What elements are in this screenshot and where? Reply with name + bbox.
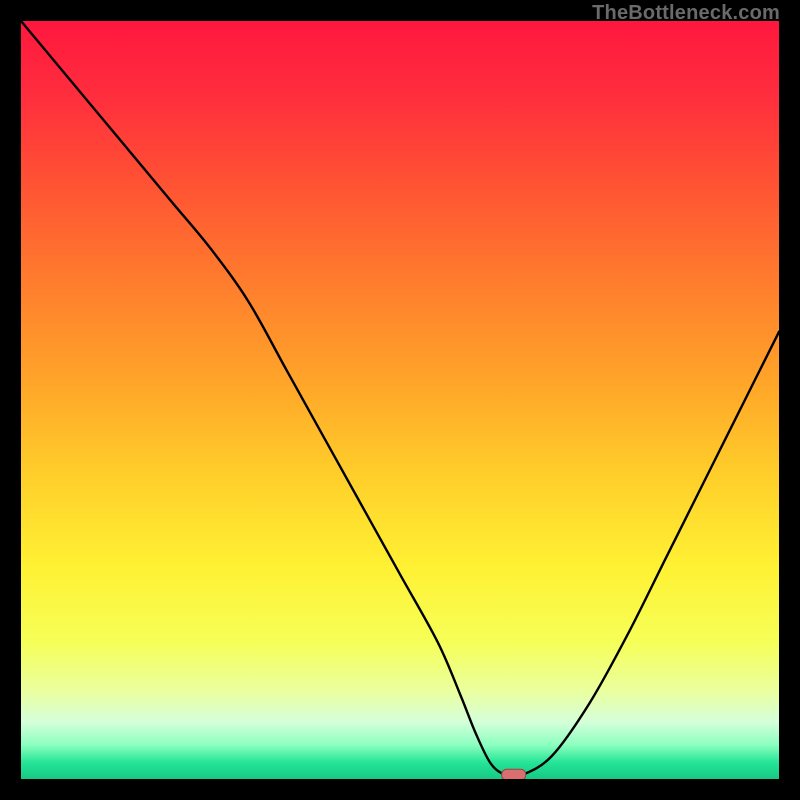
optimal-marker bbox=[502, 769, 526, 779]
watermark-text: TheBottleneck.com bbox=[592, 2, 780, 25]
chart-frame: TheBottleneck.com bbox=[0, 0, 800, 800]
chart-svg bbox=[21, 21, 779, 779]
plot-area bbox=[21, 21, 779, 779]
gradient-background bbox=[21, 21, 779, 779]
